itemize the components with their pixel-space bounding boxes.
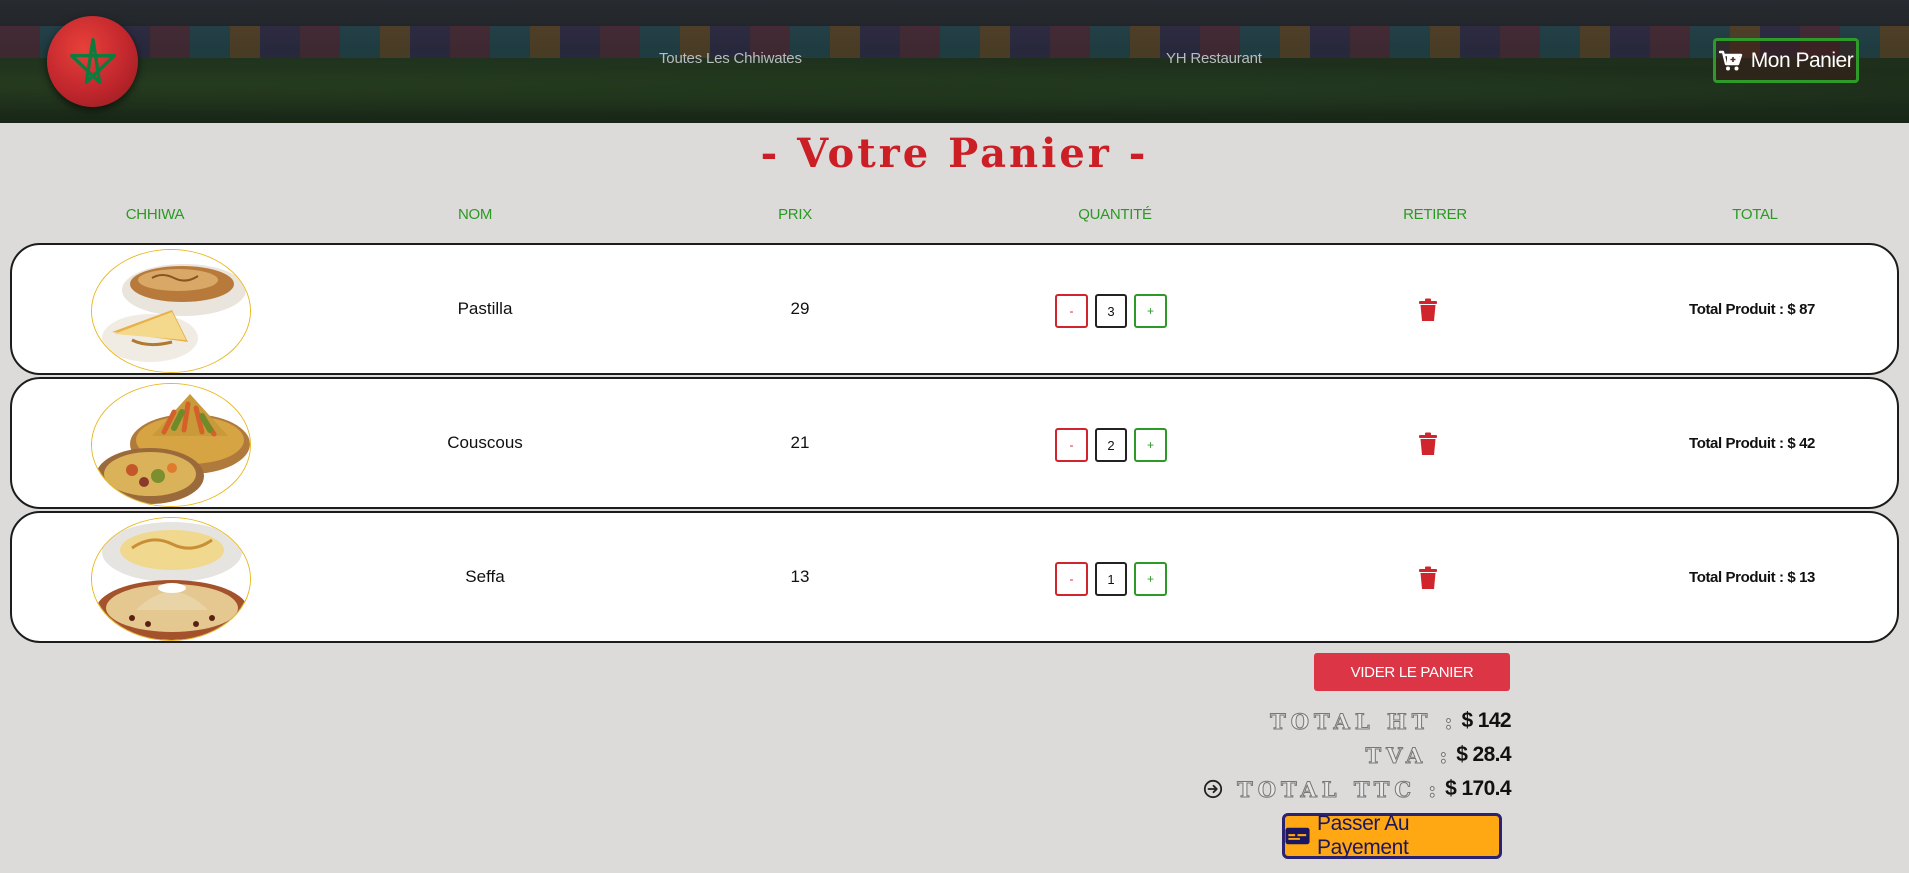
page-title: - Votre Panier - [760,130,1149,177]
total-ttc-label: TOTAL TTC : [1237,776,1442,802]
quantity-stepper: - 2 + [1055,428,1167,462]
column-header-total: Total [1732,206,1778,223]
proceed-to-payment-button[interactable]: Passer Au Payement [1282,812,1502,859]
tva-value: $ 28.4 [1456,743,1511,766]
decrease-quantity-button[interactable]: - [1055,428,1088,462]
column-header-quantity: Quantité [1078,206,1152,223]
column-header-name: Nom [457,206,493,223]
total-ht-line: TOTAL HT : $ 142 [1270,706,1512,736]
cart-icon [1718,50,1742,70]
dish-image-pastilla [91,249,251,373]
dish-image-seffa [91,517,251,641]
cart-row: Pastilla 29 - 3 + Total Produit : $ 87 [10,243,1899,375]
arrow-circle-right-icon [1203,779,1223,799]
cart-row: Couscous 21 - 2 + Total Produit : $ 42 [10,377,1899,509]
increase-quantity-button[interactable]: + [1134,294,1167,328]
proceed-to-payment-label: Passer Au Payement [1317,812,1410,859]
increase-quantity-button[interactable]: + [1134,562,1167,596]
item-price: 29 [790,299,810,318]
increase-quantity-button[interactable]: + [1134,428,1167,462]
quantity-value: 2 [1095,428,1127,462]
item-total: Total Produit : $ 87 [1689,300,1815,318]
nav-link-all-dishes[interactable]: Toutes Les Chhiwates [659,50,802,67]
item-total: Total Produit : $ 13 [1689,568,1815,586]
morocco-logo[interactable] [47,16,138,107]
credit-card-icon [1285,827,1310,845]
quantity-value: 1 [1095,562,1127,596]
my-cart-label: Mon Panier [1750,48,1854,72]
my-cart-button[interactable]: Mon Panier [1713,38,1859,83]
cart-row: Seffa 13 - 1 + Total Produit : $ 13 [10,511,1899,643]
star-icon [69,37,116,84]
item-name: Couscous [447,433,523,452]
header-bar: Toutes Les Chhiwates YH Restaurant Mon P… [0,0,1909,123]
trash-icon[interactable] [1417,566,1439,590]
tva-line: TVA : $ 28.4 [1365,740,1512,770]
item-price: 13 [790,567,810,586]
header-overlay [0,0,1909,123]
item-name: Pastilla [457,299,513,318]
tva-label: TVA : [1365,742,1453,768]
item-price: 21 [790,433,810,452]
item-total: Total Produit : $ 42 [1689,434,1815,452]
column-header-price: Prix [778,206,812,223]
decrease-quantity-button[interactable]: - [1055,294,1088,328]
column-header-remove: Retirer [1403,206,1467,223]
item-name: Seffa [465,567,505,586]
quantity-stepper: - 1 + [1055,562,1167,596]
quantity-value: 3 [1095,294,1127,328]
quantity-stepper: - 3 + [1055,294,1167,328]
trash-icon[interactable] [1417,432,1439,456]
nav-link-restaurant[interactable]: YH Restaurant [1166,50,1262,67]
decrease-quantity-button[interactable]: - [1055,562,1088,596]
total-ht-value: $ 142 [1461,709,1511,732]
dish-image-couscous [91,383,251,507]
empty-cart-button[interactable]: VIDER LE PANIER [1314,653,1510,691]
trash-icon[interactable] [1417,298,1439,322]
total-ttc-line: TOTAL TTC : $ 170.4 [1203,774,1512,804]
total-ttc-value: $ 170.4 [1445,777,1511,800]
total-ht-label: TOTAL HT : [1270,708,1458,734]
column-header-dish: Chhiwa [125,206,185,223]
